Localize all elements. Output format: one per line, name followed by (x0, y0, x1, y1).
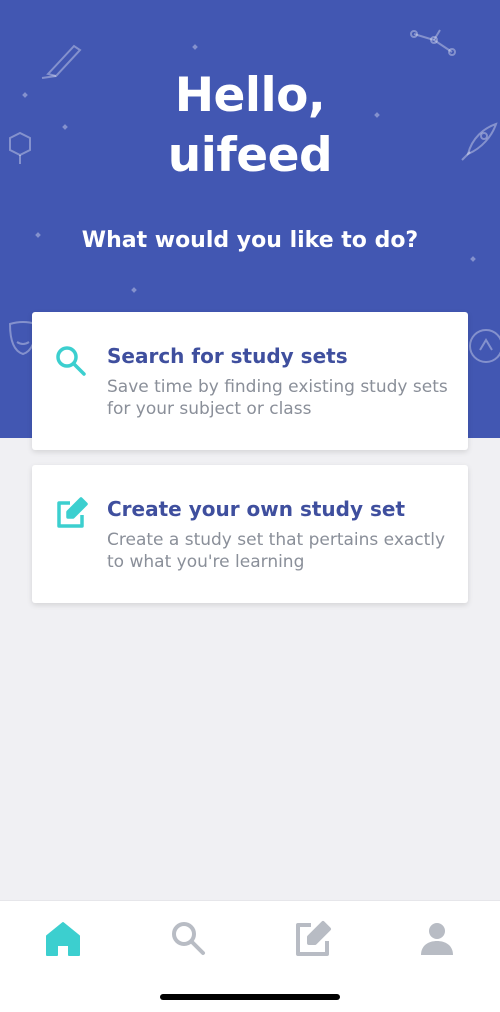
search-icon (54, 344, 88, 378)
star-dot-icon (131, 287, 137, 293)
tab-search[interactable] (168, 919, 208, 959)
card-description: Create a study set that pertains exactly… (107, 530, 446, 572)
search-study-sets-card[interactable]: Search for study sets Save time by findi… (32, 312, 468, 450)
create-study-set-card[interactable]: Create your own study set Create a study… (32, 465, 468, 603)
constellation-doodle-icon (406, 26, 460, 60)
search-icon (172, 922, 205, 955)
greeting-line-1: Hello, (174, 68, 326, 123)
hero-subtitle: What would you like to do? (81, 228, 419, 253)
card-description: Save time by finding existing study sets… (107, 377, 448, 419)
greeting-username: uifeed (167, 128, 333, 183)
edit-icon (296, 921, 331, 956)
star-dot-icon (470, 256, 476, 262)
tab-home[interactable] (43, 919, 83, 959)
tab-profile[interactable] (417, 919, 457, 959)
masks-doodle-right-icon (464, 320, 500, 372)
profile-icon (421, 923, 453, 955)
star-dot-icon (192, 44, 198, 50)
greeting-title: Hello, uifeed (0, 66, 500, 186)
home-icon (46, 922, 80, 956)
edit-icon (54, 497, 88, 531)
tab-create[interactable] (293, 919, 333, 959)
home-indicator (160, 994, 340, 1000)
card-title: Create your own study set (107, 497, 405, 521)
bottom-tab-bar (0, 900, 500, 1012)
card-title: Search for study sets (107, 344, 348, 368)
